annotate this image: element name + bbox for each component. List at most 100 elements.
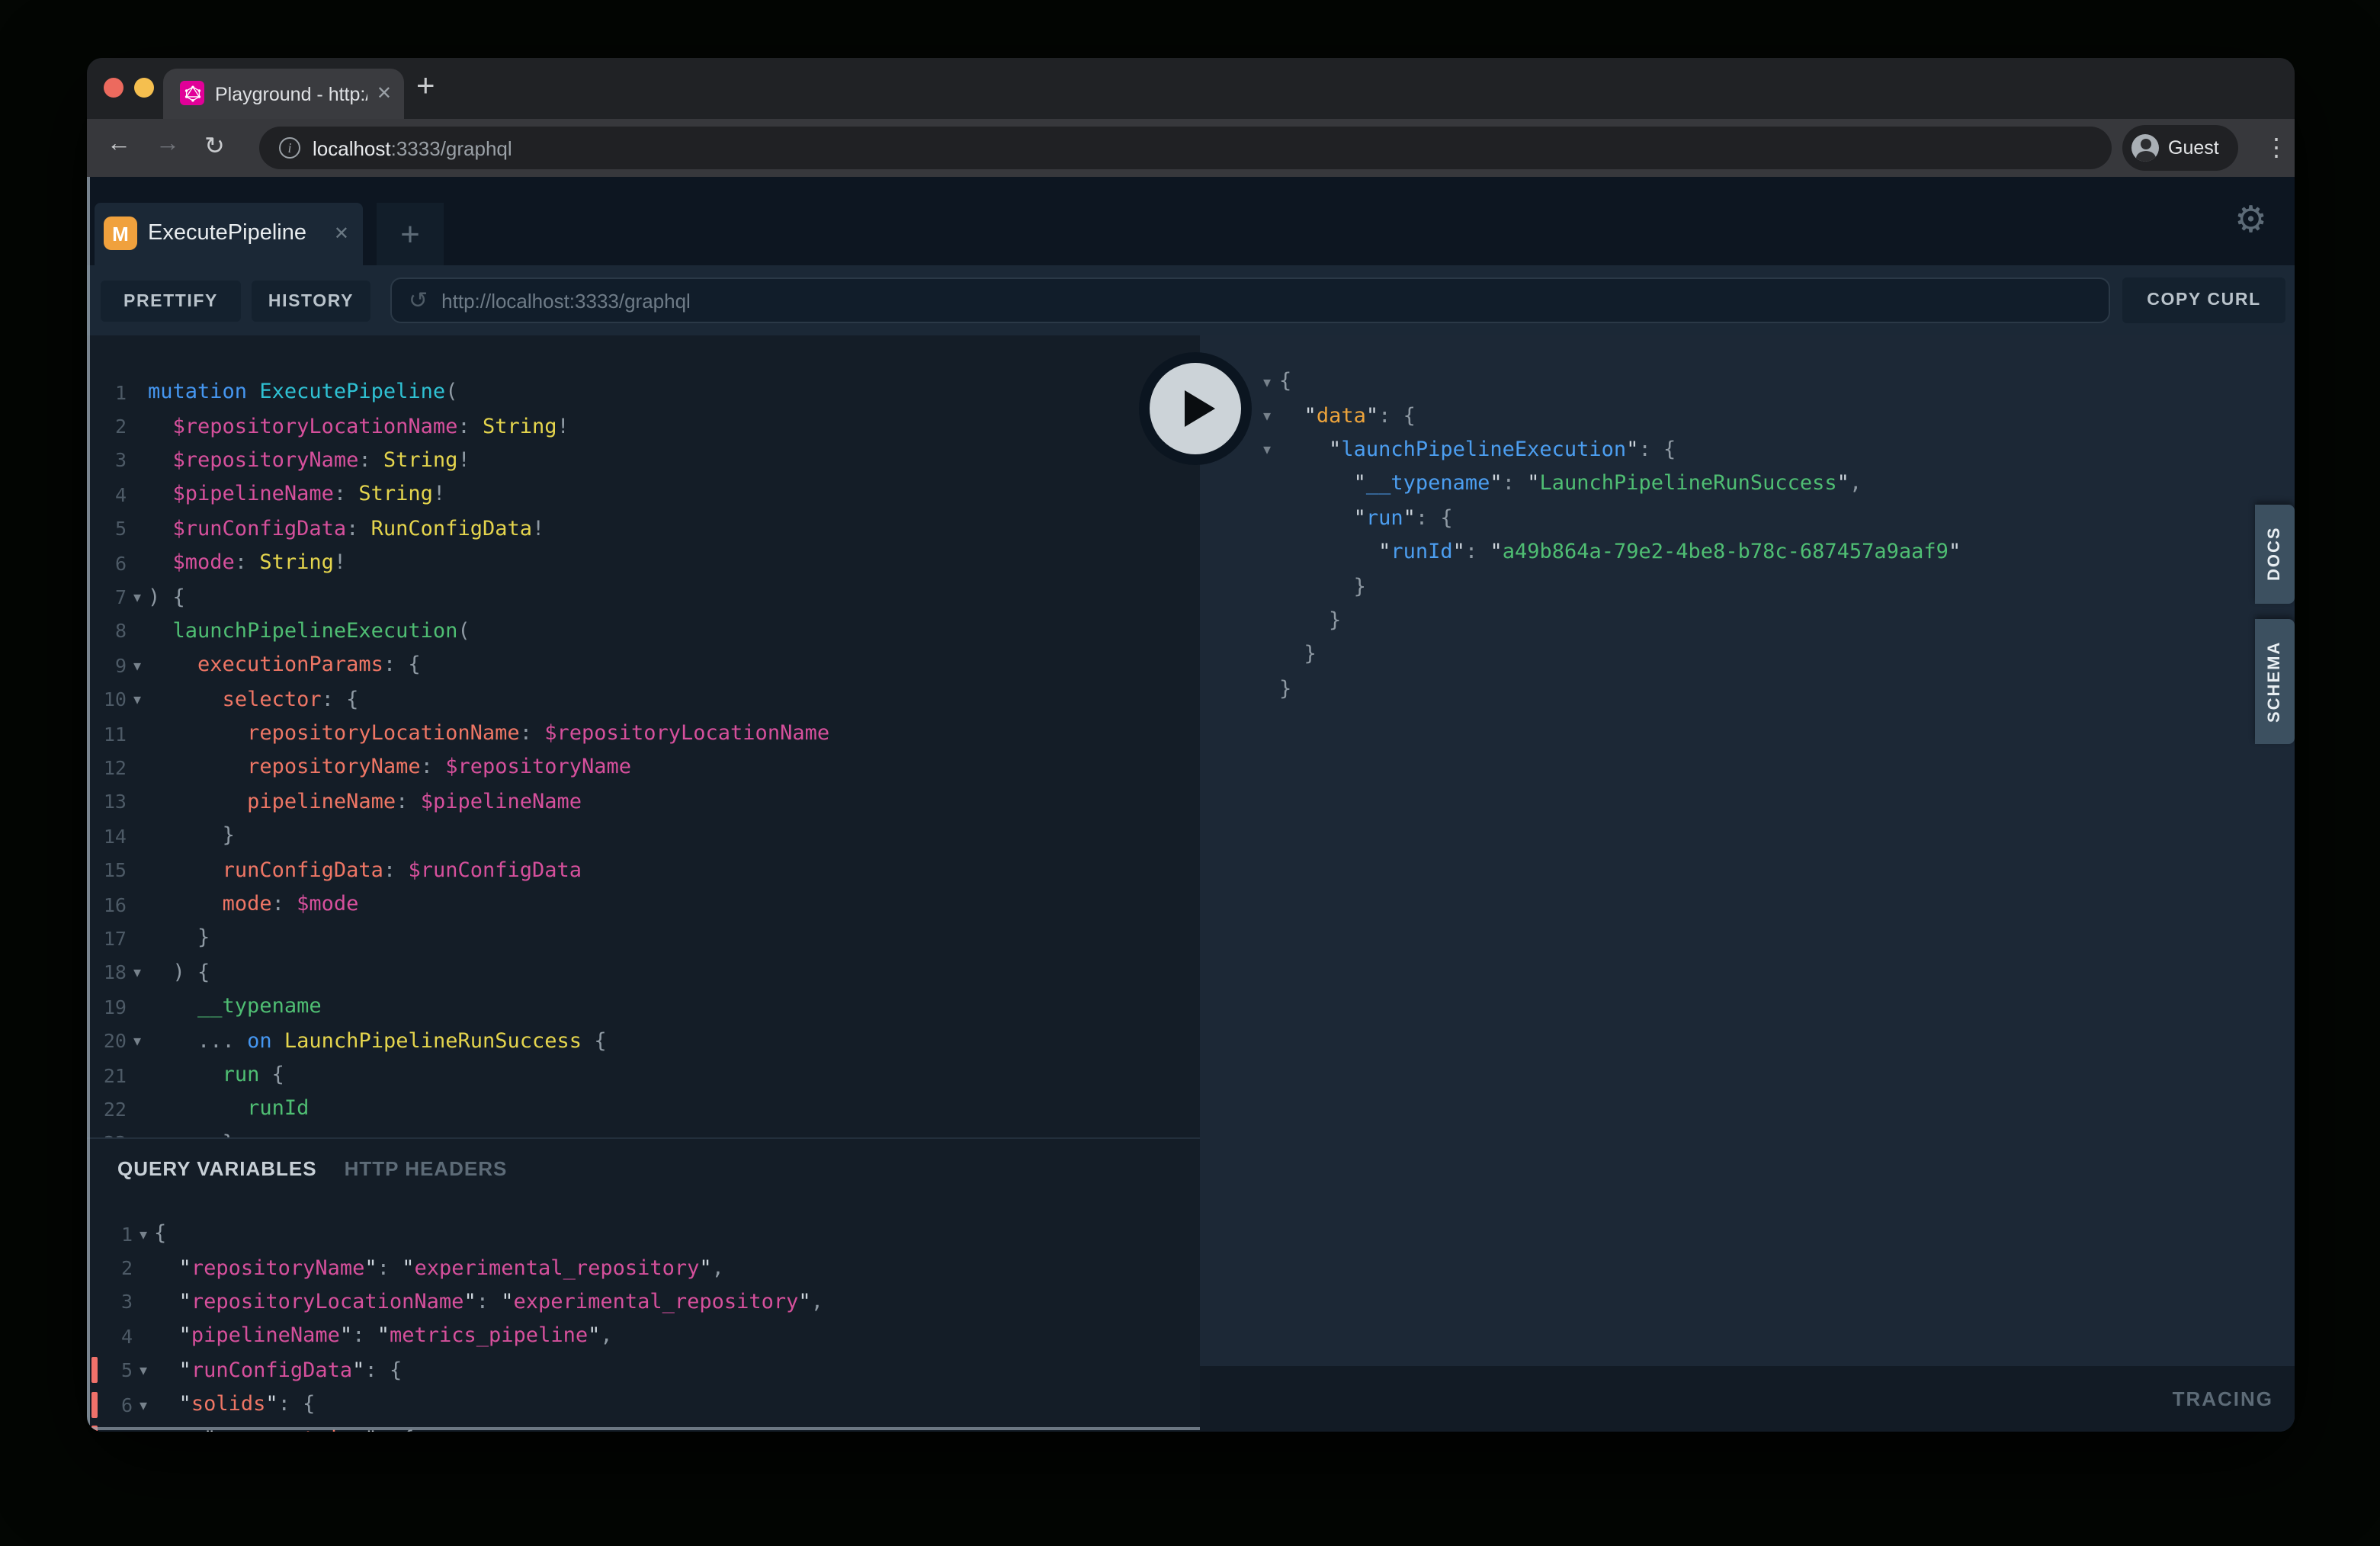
code-text: $runConfigData: RunConfigData! — [148, 517, 544, 541]
code-text: $repositoryLocationName: String! — [148, 414, 569, 438]
back-icon[interactable]: ← — [107, 131, 131, 159]
schema-side-tab[interactable]: SCHEMA — [2255, 619, 2295, 744]
browser-menu-icon[interactable]: ⋮ — [2264, 133, 2289, 163]
fold-spacer — [1255, 687, 1279, 690]
close-tab-icon[interactable]: ✕ — [377, 82, 392, 104]
line-number: 8 — [87, 620, 127, 643]
error-marker — [91, 1289, 98, 1315]
tracing-label[interactable]: TRACING — [2173, 1387, 2273, 1410]
forward-icon[interactable]: → — [156, 131, 180, 159]
fold-arrow-icon[interactable]: ▾ — [1255, 406, 1279, 425]
fold-spacer — [127, 1005, 148, 1008]
settings-gear-icon[interactable]: ⚙ — [2234, 198, 2267, 241]
reload-icon[interactable]: ↻ — [204, 131, 225, 162]
line-number: 10 — [87, 688, 127, 710]
code-text: $mode: String! — [148, 550, 346, 575]
code-text: } — [1279, 676, 1291, 701]
tracing-bar: TRACING — [1200, 1366, 2295, 1432]
line-number: 20 — [87, 1029, 127, 1052]
code-line: 2 $repositoryLocationName: String! — [87, 409, 1200, 444]
fold-arrow-icon[interactable]: ▾ — [127, 1031, 148, 1050]
endpoint-url: http://localhost:3333/graphql — [441, 289, 691, 312]
line-number: 7 — [87, 585, 127, 608]
code-text: ... on LaunchPipelineRunSuccess { — [148, 1028, 607, 1053]
code-line: 4 $pipelineName: String! — [87, 477, 1200, 512]
fold-arrow-icon[interactable]: ▾ — [1255, 371, 1279, 391]
fold-spacer — [1255, 517, 1279, 520]
minimize-window-button[interactable] — [134, 78, 154, 98]
code-text: { — [154, 1221, 166, 1246]
fold-spacer — [127, 937, 148, 940]
code-text: } — [1279, 574, 1366, 598]
line-number: 3 — [87, 449, 127, 472]
new-tab-button[interactable]: + — [416, 69, 435, 105]
query-editor[interactable]: 1mutation ExecutePipeline(2 $repositoryL… — [87, 335, 1200, 1137]
code-line: 1mutation ExecutePipeline( — [87, 375, 1200, 409]
code-text: repositoryLocationName: $repositoryLocat… — [148, 721, 829, 746]
prettify-button[interactable]: PRETTIFY — [101, 281, 241, 322]
line-number: 21 — [87, 1063, 127, 1086]
copy-curl-button[interactable]: COPY CURL — [2122, 277, 2285, 323]
address-bar[interactable]: i localhost:3333/graphql — [259, 127, 2112, 169]
fold-arrow-icon[interactable]: ▾ — [127, 963, 148, 983]
fold-spacer — [133, 1335, 154, 1338]
endpoint-input[interactable]: ↺ http://localhost:3333/graphql — [390, 277, 2110, 323]
code-line: 6▾ "solids": { — [87, 1387, 1200, 1422]
code-text: "repositoryLocationName": "experimental_… — [154, 1290, 823, 1314]
fold-arrow-icon[interactable]: ▾ — [1255, 440, 1279, 460]
fold-arrow-icon[interactable]: ▾ — [127, 587, 148, 607]
code-text: "pipelineName": "metrics_pipeline", — [154, 1324, 613, 1349]
fold-spacer — [127, 630, 148, 633]
variables-editor[interactable]: 1▾{2 "repositoryName": "experimental_rep… — [87, 1217, 1200, 1432]
fold-arrow-icon[interactable]: ▾ — [127, 689, 148, 709]
profile-button[interactable]: Guest — [2122, 125, 2238, 171]
fold-arrow-icon[interactable]: ▾ — [127, 656, 148, 675]
fold-arrow-icon[interactable]: ▾ — [133, 1361, 154, 1381]
variables-tabs: QUERY VARIABLES HTTP HEADERS — [117, 1157, 507, 1180]
code-text: } — [1279, 608, 1341, 633]
tab-http-headers[interactable]: HTTP HEADERS — [345, 1157, 508, 1180]
error-marker — [91, 1391, 98, 1417]
response-viewer[interactable]: ▾{▾ "data": {▾ "launchPipelineExecution"… — [1200, 364, 2295, 706]
code-line: 10▾ selector: { — [87, 682, 1200, 717]
fold-arrow-icon[interactable]: ▾ — [133, 1394, 154, 1414]
session-tab-executepipeline[interactable]: M ExecutePipeline ✕ — [95, 203, 363, 265]
code-line: 6 $mode: String! — [87, 546, 1200, 580]
browser-tabstrip: Playground - http://localhost:3 ✕ + — [87, 58, 2295, 119]
play-icon — [1150, 363, 1241, 454]
code-text: selector: { — [148, 687, 358, 711]
execute-button[interactable] — [1139, 352, 1252, 465]
browser-window: Playground - http://localhost:3 ✕ + ← → … — [87, 58, 2295, 1432]
code-text: { — [1279, 369, 1291, 393]
code-line: 2 "repositoryName": "experimental_reposi… — [87, 1251, 1200, 1285]
code-text: "run": { — [1279, 506, 1453, 531]
reset-endpoint-icon[interactable]: ↺ — [409, 287, 428, 314]
line-number: 22 — [87, 1098, 127, 1121]
tab-query-variables[interactable]: QUERY VARIABLES — [117, 1157, 317, 1180]
error-marker — [91, 1220, 98, 1246]
error-marker — [91, 1323, 98, 1349]
code-line: } — [1255, 672, 2295, 706]
code-text: } — [1279, 643, 1317, 667]
code-line: "run": { — [1255, 501, 2295, 535]
variables-scrollbar[interactable] — [87, 1427, 1200, 1430]
session-tab-title: ExecutePipeline — [148, 221, 306, 245]
browser-tab[interactable]: Playground - http://localhost:3 ✕ — [163, 69, 404, 119]
code-line: 4 "pipelineName": "metrics_pipeline", — [87, 1319, 1200, 1353]
code-line: 19 __typename — [87, 990, 1200, 1024]
fold-arrow-icon[interactable]: ▾ — [133, 1224, 154, 1243]
fold-spacer — [127, 528, 148, 531]
left-edge-scroll-line — [87, 177, 90, 1432]
docs-side-tab[interactable]: DOCS — [2255, 505, 2295, 604]
session-close-icon[interactable]: ✕ — [334, 223, 349, 244]
close-window-button[interactable] — [104, 78, 123, 98]
history-button[interactable]: HISTORY — [252, 281, 370, 322]
code-text: mode: $mode — [148, 892, 358, 916]
site-info-icon[interactable]: i — [279, 137, 300, 159]
fold-spacer — [1255, 619, 1279, 622]
code-text: launchPipelineExecution( — [148, 619, 470, 643]
new-session-button[interactable]: + — [377, 203, 444, 265]
line-number: 14 — [87, 825, 127, 848]
line-number: 5 — [87, 518, 127, 540]
code-line: 13 pipelineName: $pipelineName — [87, 784, 1200, 819]
